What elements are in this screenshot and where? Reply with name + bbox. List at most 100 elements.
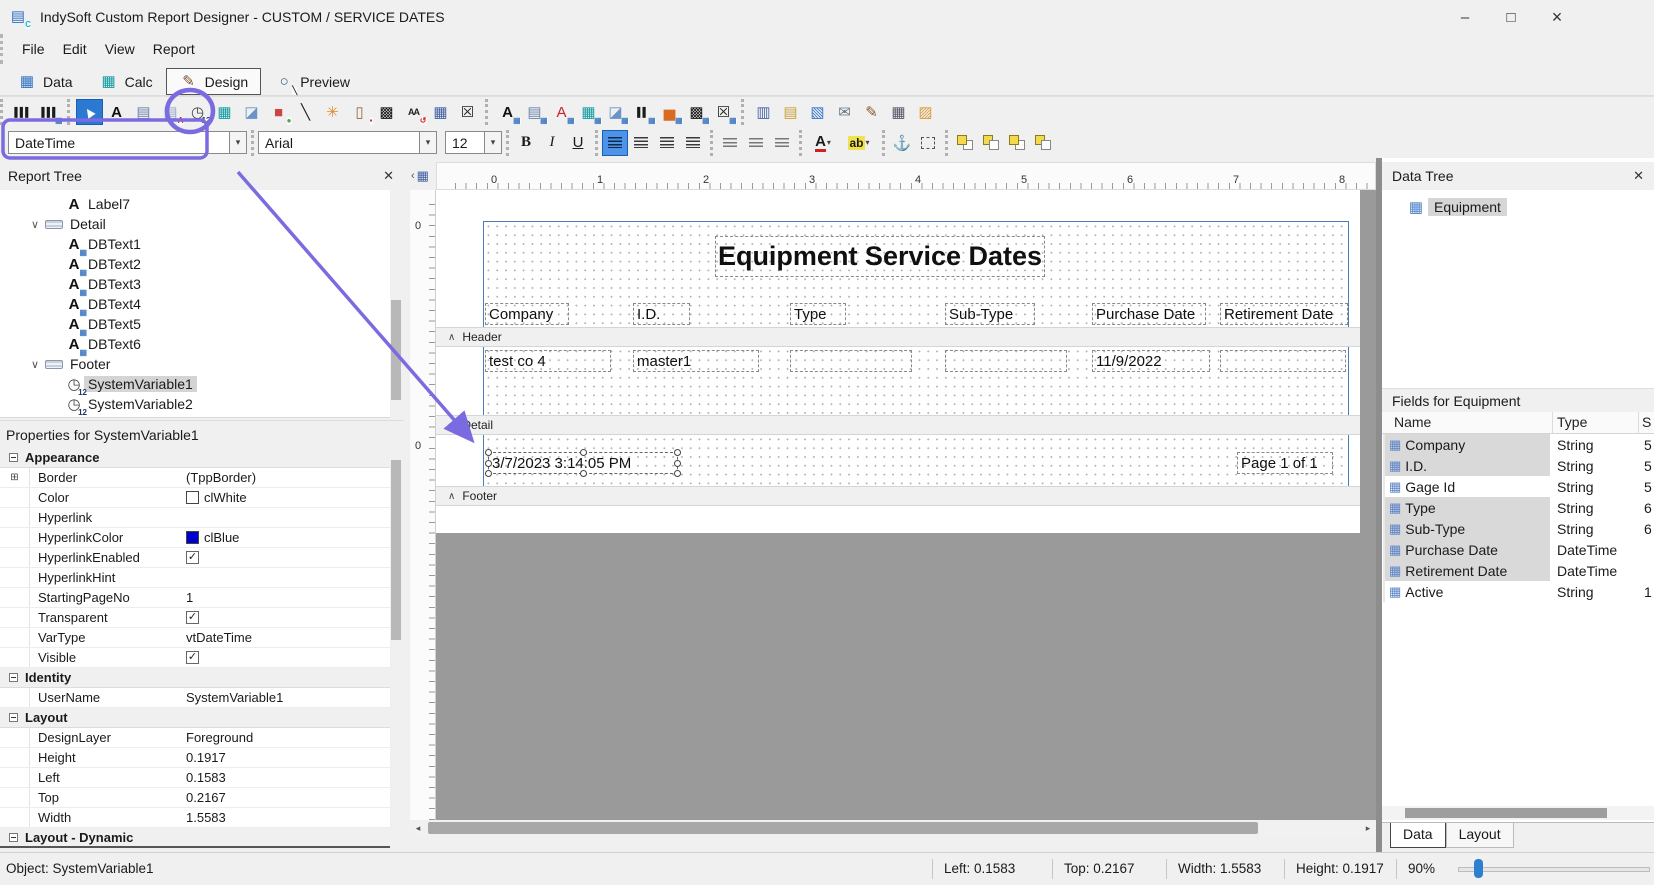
fields-hscrollbar[interactable] [1382,806,1654,820]
band-separator-detail[interactable]: ∧Detail [436,415,1360,435]
field-row-retirement-date[interactable]: ▦Retirement DateDateTime [1382,560,1654,581]
valign-bottom-button[interactable] [769,130,795,156]
font-size-arrow-icon[interactable]: ▾ [485,131,502,154]
close-button[interactable]: × [1534,0,1580,34]
db-barcode-2d-button[interactable]: ▩▦ [683,99,710,125]
property-row-username[interactable]: UserNameSystemVariable1 [0,688,390,708]
tab-data[interactable]: ▦Data [4,68,86,95]
barcode-button[interactable]: ▌▌▌ [9,99,36,125]
properties-scrollbar[interactable] [390,448,402,848]
style-combo[interactable]: DateTime [8,131,230,154]
resize-handle[interactable] [580,470,587,477]
bring-to-front-button[interactable] [952,130,978,156]
tree-expander-icon[interactable]: ∨ [28,218,42,231]
band-collapse-icon[interactable]: ∧ [448,491,455,502]
db-barcode-field-button[interactable]: ▌▌▦ [629,99,656,125]
grid-tool-button[interactable]: ▦ [885,99,912,125]
checkbox-checked-icon[interactable]: ✓ [186,551,199,564]
table-tool-button[interactable]: ▦ [427,99,454,125]
column-header-object-company[interactable]: Company [485,303,569,325]
property-row-startingpageno[interactable]: StartingPageNo1 [0,588,390,608]
property-row-vartype[interactable]: VarTypevtDateTime [0,628,390,648]
db-barcode-button[interactable]: ▌▌▌▦ [36,99,63,125]
property-row-left[interactable]: Left0.1583 [0,768,390,788]
field-row-gage-id[interactable]: ▦Gage IdString5 [1382,476,1654,497]
db-text-button[interactable]: A▦ [494,99,521,125]
report-title-object[interactable]: Equipment Service Dates [715,236,1045,277]
field-row-sub-type[interactable]: ▦Sub-TypeString6 [1382,518,1654,539]
menu-view[interactable]: View [96,37,144,61]
bring-forward-button[interactable] [1004,130,1030,156]
column-header-object-sub-type[interactable]: Sub-Type [945,303,1035,325]
tab-calc[interactable]: ▦Calc [86,68,166,95]
valign-middle-button[interactable] [743,130,769,156]
minimize-button[interactable]: – [1442,0,1488,34]
expand-icon[interactable]: ⊞ [0,468,30,487]
report-tree-item-dbtext2[interactable]: A▦DBText2 [0,254,390,274]
line-tool-button[interactable]: ╲ [292,99,319,125]
db-memo-button[interactable]: ▤▦ [521,99,548,125]
property-row-hyperlink[interactable]: Hyperlink [0,508,390,528]
tab-design[interactable]: ✎Design [166,68,262,95]
report-tree-item-label7[interactable]: ALabel7 [0,194,390,214]
report-tree-scrollbar[interactable] [390,190,402,418]
property-row-height[interactable]: Height0.1917 [0,748,390,768]
detail-field-object-1[interactable]: master1 [633,350,759,372]
db-image-button[interactable]: ◪▦ [602,99,629,125]
db-calc-button[interactable]: ▦▦ [575,99,602,125]
style-combo-arrow-icon[interactable]: ▾ [230,131,247,154]
ruler-units-icon[interactable]: ▦ [417,168,429,184]
property-row-hyperlinkhint[interactable]: HyperlinkHint [0,568,390,588]
field-row-purchase-date[interactable]: ▦Purchase DateDateTime [1382,539,1654,560]
system-variable-tool-button[interactable]: ◷12 [184,99,211,125]
data-tree-item-equipment[interactable]: ▦ Equipment [1382,196,1654,218]
report-tree-item-dbtext3[interactable]: A▦DBText3 [0,274,390,294]
property-row-hyperlinkcolor[interactable]: HyperlinkColorclBlue [0,528,390,548]
calc-tool-button[interactable]: ▦ [211,99,238,125]
fields-column-s[interactable]: S [1642,414,1651,430]
menu-report[interactable]: Report [144,37,204,61]
property-value[interactable]: 0.1917 [182,750,390,765]
send-backward-button[interactable] [1030,130,1056,156]
barcode-2d-tool-button[interactable]: ▩ [373,99,400,125]
report-tree-close-icon[interactable]: ✕ [383,168,394,184]
char-size-tool-button[interactable]: AA↺ [400,99,427,125]
dashed-frame-button[interactable] [915,130,941,156]
italic-button[interactable]: I [539,130,565,156]
report-tree-item-systemvariable2[interactable]: ◷12SystemVariable2 [0,394,390,414]
detail-field-object-3[interactable] [945,350,1067,372]
fields-column-type[interactable]: Type [1557,414,1587,430]
align-justify-button[interactable] [680,130,706,156]
menu-file[interactable]: File [13,37,54,61]
font-combo[interactable]: Arial [258,131,420,154]
report-wizard-button[interactable]: ▧ [804,99,831,125]
send-to-back-button[interactable] [978,130,1004,156]
zoom-slider-thumb[interactable] [1474,859,1483,878]
detail-field-object-0[interactable]: test co 4 [485,350,611,372]
mail-merge-button[interactable]: ✉ [831,99,858,125]
report-tree-item-dbtext4[interactable]: A▦DBText4 [0,294,390,314]
checkbox-checked-icon[interactable]: ✓ [186,611,199,624]
align-left-button[interactable] [602,130,628,156]
column-header-object-retirement-date[interactable]: Retirement Date [1220,303,1348,325]
report-tree-item-dbtext5[interactable]: A▦DBText5 [0,314,390,334]
report-tree-item-detail[interactable]: ∨Detail [0,214,390,234]
property-row-designlayer[interactable]: DesignLayerForeground [0,728,390,748]
resize-handle[interactable] [674,460,681,467]
property-row-transparent[interactable]: Transparent✓ [0,608,390,628]
property-value[interactable]: ✓ [182,651,390,664]
data-tree-close-icon[interactable]: ✕ [1633,168,1644,184]
band-collapse-icon[interactable]: ∧ [448,420,455,431]
property-row-hyperlinkenabled[interactable]: HyperlinkEnabled✓ [0,548,390,568]
font-color-button[interactable]: A▾ [806,130,840,156]
checkbox-tool-button[interactable]: ☒ [454,99,481,125]
property-value[interactable]: clBlue [182,530,390,545]
label-tool-button[interactable]: A [103,99,130,125]
property-row-border[interactable]: ⊞Border(TppBorder) [0,468,390,488]
align-center-button[interactable] [628,130,654,156]
page-number-object[interactable]: Page 1 of 1 [1237,452,1333,474]
report-tree-item-systemvariable1[interactable]: ◷12SystemVariable1 [0,374,390,394]
rich-text-tool-button[interactable]: ▤A [157,99,184,125]
underline-button[interactable]: U [565,130,591,156]
band-separator-header[interactable]: ∧Header [436,327,1360,347]
